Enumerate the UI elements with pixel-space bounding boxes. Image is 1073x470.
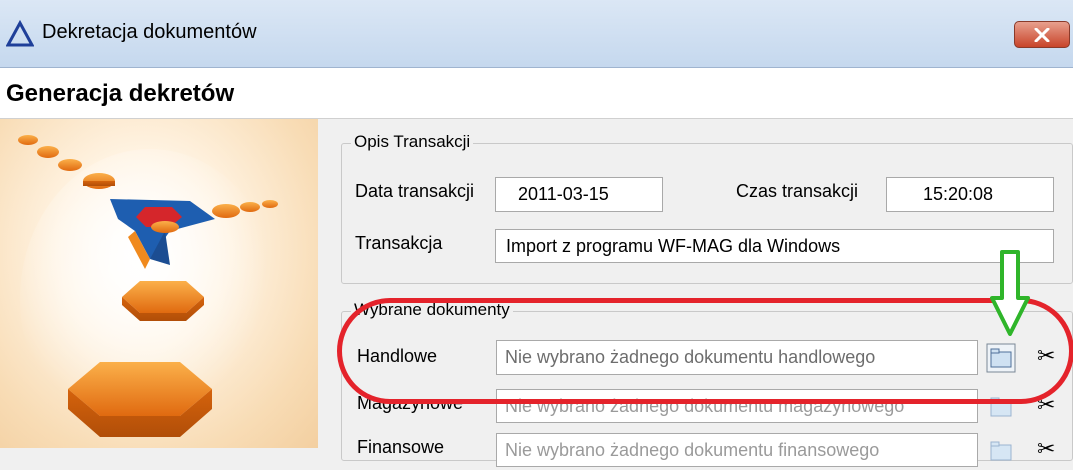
window-titlebar: Dekretacja dokumentów [0,0,1073,68]
folder-icon [990,441,1012,461]
transaction-label: Transakcja [355,233,443,253]
time-label: Czas transakcji [736,181,859,201]
annotation-red-oval [337,298,1073,404]
close-button[interactable] [1014,21,1070,48]
transaction-field[interactable]: Import z programu WF-MAG dla Windows [495,229,1054,263]
financial-docs-clear-scissors-icon[interactable]: ✂ [1037,437,1055,462]
hexagon-medium [122,281,204,321]
page-title: Generacja dekretów [6,80,235,107]
hexagon-illustration [18,135,280,448]
date-label: Data transakcji [355,181,475,201]
triangle-app-icon [6,20,34,47]
date-field[interactable]: 2011-03-15 [495,177,663,212]
financial-docs-browse-button[interactable] [986,436,1016,466]
decorative-art-panel [0,119,318,448]
financial-docs-field[interactable]: Nie wybrano żadnego dokumentu finansoweg… [496,433,978,467]
annotation-green-arrow-icon [990,250,1030,336]
window-title: Dekretacja dokumentów [42,21,257,43]
close-icon [1034,28,1050,42]
hexagon-large [68,362,212,437]
transaction-group-title: Opis Transakcji [351,132,474,152]
time-field[interactable]: 15:20:08 [886,177,1054,212]
